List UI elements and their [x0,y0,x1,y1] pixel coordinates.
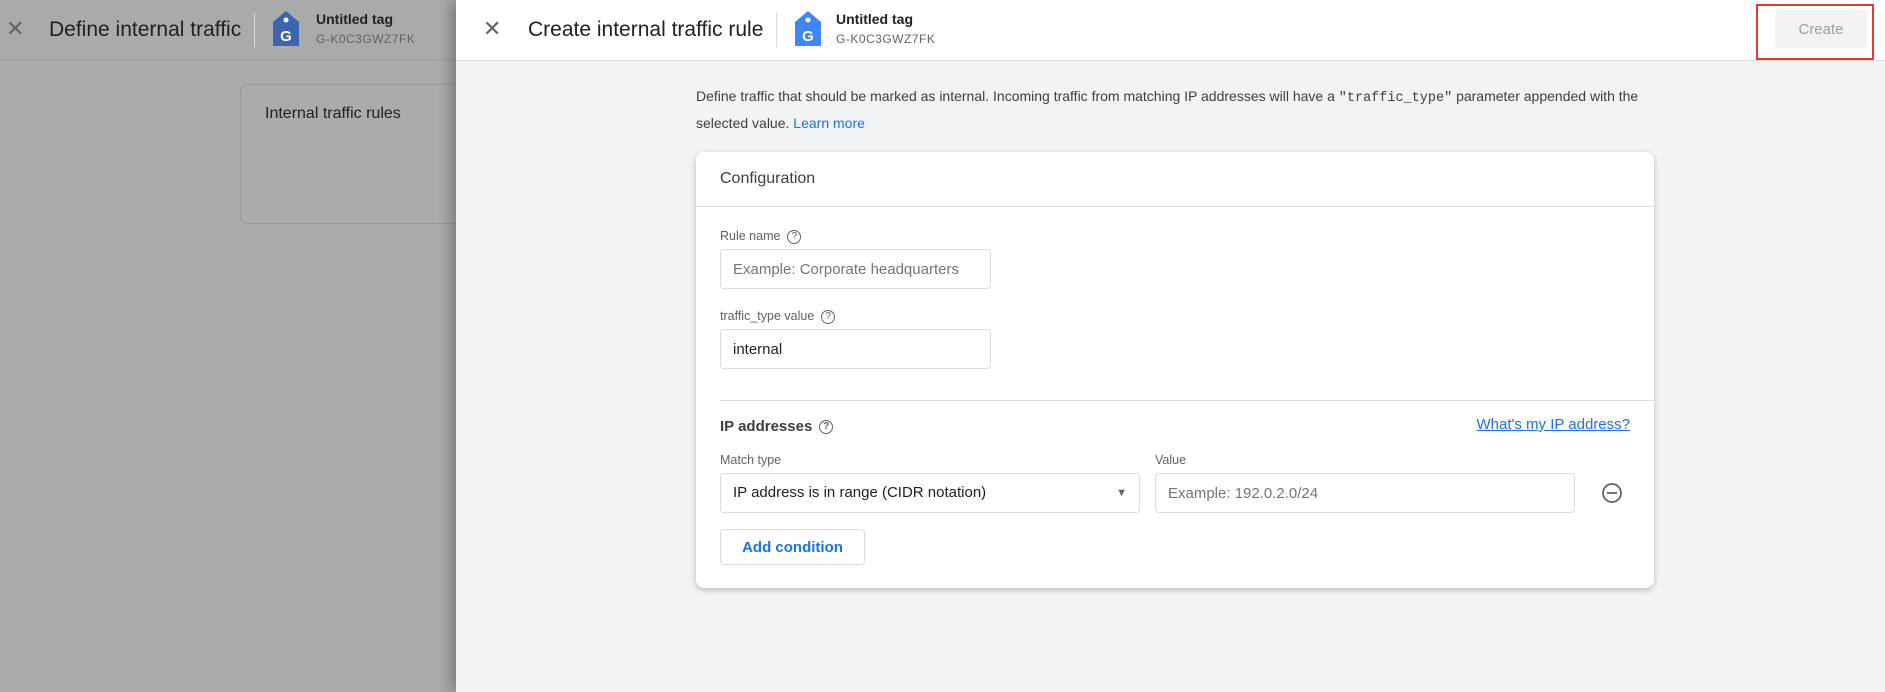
divider [254,13,255,47]
traffic-type-label: traffic_type value? [720,309,836,324]
value-label: Value [1155,453,1187,467]
heading-text: IP addresses [720,418,813,435]
description-text: Define traffic that should be marked as … [696,88,1339,104]
close-icon[interactable]: ✕ [483,18,501,40]
svg-text:G: G [802,28,814,45]
tag-icon: G [273,11,299,46]
background-panel: ✕ Define internal traffic G Untitled tag… [0,0,500,692]
card-title: Internal traffic rules [265,105,401,122]
dropdown-arrow-icon: ▼ [1116,487,1127,499]
highlight-box [1756,4,1874,60]
ip-addresses-heading: IP addresses? [720,418,834,435]
divider [776,13,777,47]
panel-header: ✕ Create internal traffic rule G Untitle… [456,0,1885,61]
divider [720,400,1654,401]
create-rule-panel: ✕ Create internal traffic rule G Untitle… [456,0,1885,692]
traffic-type-input[interactable] [720,329,991,369]
card-title: Configuration [720,170,816,187]
match-type-label: Match type [720,453,782,467]
close-icon[interactable]: ✕ [6,18,24,40]
configuration-card: Configuration Rule name? traffic_type va… [696,152,1654,588]
add-condition-button[interactable]: Add condition [720,529,865,565]
label-text: Rule name [720,229,781,243]
tag-name: Untitled tag [836,11,913,27]
card-header: Configuration [696,152,1654,207]
remove-condition-icon[interactable] [1601,482,1623,504]
select-value: IP address is in range (CIDR notation) [733,484,987,501]
svg-text:G: G [280,28,292,45]
ip-value-input[interactable] [1155,473,1575,513]
tag-icon: G [795,11,821,46]
tag-id: G-K0C3GWZ7FK [316,32,416,46]
help-icon[interactable]: ? [787,229,802,244]
help-icon[interactable]: ? [819,420,834,435]
background-title: Define internal traffic [49,18,242,41]
tag-name: Untitled tag [316,11,393,27]
code-traffic-type: "traffic_type" [1338,91,1453,106]
rule-name-input[interactable] [720,249,991,289]
background-header: ✕ Define internal traffic G Untitled tag… [0,0,456,60]
match-type-select[interactable]: IP address is in range (CIDR notation) ▼ [720,473,1140,513]
rule-name-label: Rule name? [720,229,802,244]
learn-more-link[interactable]: Learn more [793,115,865,131]
description: Define traffic that should be marked as … [696,84,1656,136]
help-icon[interactable]: ? [821,309,836,324]
label-text: traffic_type value [720,309,815,323]
tag-id: G-K0C3GWZ7FK [836,32,936,46]
panel-title: Create internal traffic rule [528,18,764,41]
whats-my-ip-link[interactable]: What's my IP address? [1477,416,1630,433]
